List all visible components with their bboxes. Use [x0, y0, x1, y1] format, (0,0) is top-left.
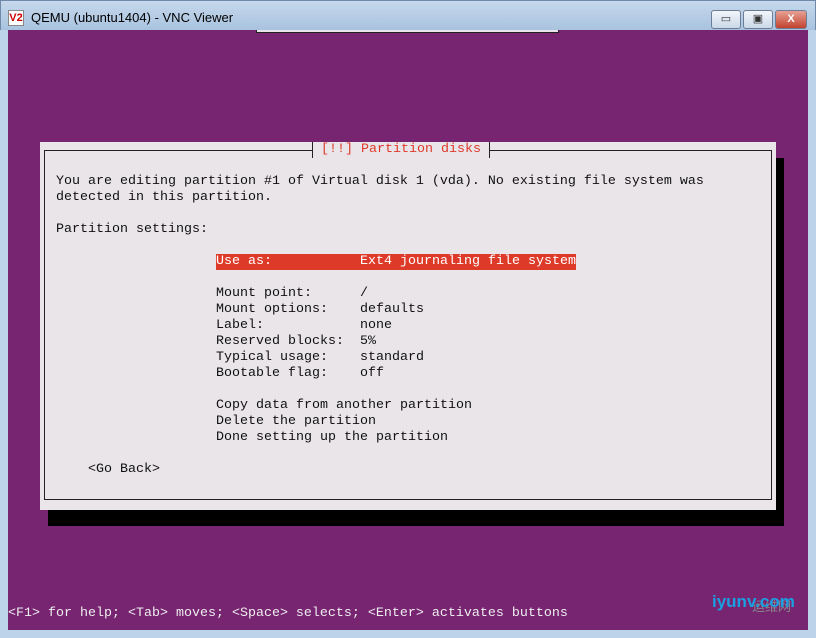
intro-text: detected in this partition.: [56, 190, 272, 205]
go-back-button[interactable]: <Go Back>: [88, 462, 160, 478]
vnc-screen[interactable]: [!!] Partition disks You are editing par…: [8, 30, 808, 630]
vnc-app-icon: V2: [8, 10, 24, 26]
maximize-button[interactable]: ▣: [743, 10, 773, 29]
setting-bootable-flag[interactable]: Bootable flag: off: [216, 366, 476, 382]
status-bar: <F1> for help; <Tab> moves; <Space> sele…: [8, 606, 568, 621]
action-delete-partition[interactable]: Delete the partition: [216, 414, 376, 430]
setting-mount-point[interactable]: Mount point: /: [216, 286, 476, 302]
setting-typical-usage[interactable]: Typical usage: standard: [216, 350, 476, 366]
action-done[interactable]: Done setting up the partition: [216, 430, 448, 446]
watermark: iyunv.com: [712, 592, 795, 611]
setting-use-as[interactable]: Use as: Ext4 journaling file system: [216, 254, 576, 270]
setting-mount-options[interactable]: Mount options: defaults: [216, 302, 476, 318]
section-label: Partition settings:: [56, 222, 208, 237]
action-copy-data[interactable]: Copy data from another partition: [216, 398, 472, 414]
intro-text: You are editing partition #1 of Virtual …: [56, 174, 704, 189]
setting-reserved-blocks[interactable]: Reserved blocks: 5%: [216, 334, 476, 350]
setting-label[interactable]: Label: none: [216, 318, 476, 334]
minimize-button[interactable]: ▭: [711, 10, 741, 29]
top-bar: [256, 30, 559, 33]
window-titlebar: V2 QEMU (ubuntu1404) - VNC Viewer ▭ ▣ X: [0, 0, 816, 30]
dialog-title: [!!] Partition disks: [312, 142, 490, 158]
close-button[interactable]: X: [775, 10, 807, 29]
window-title: QEMU (ubuntu1404) - VNC Viewer: [31, 10, 234, 25]
